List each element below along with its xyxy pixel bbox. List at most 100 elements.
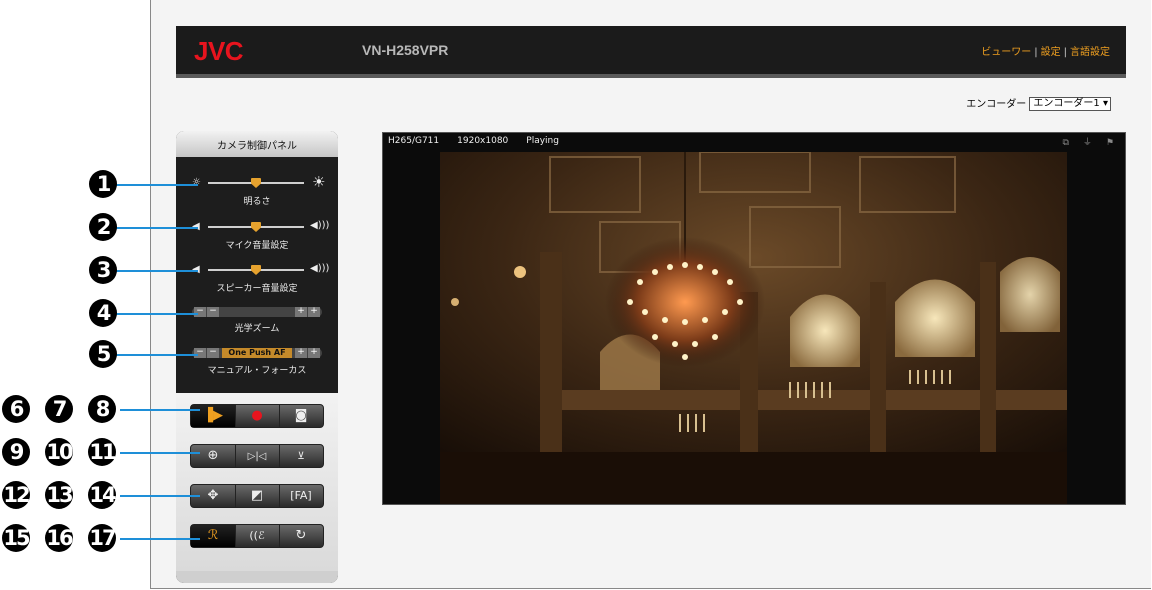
nav-settings-link[interactable]: 設定 xyxy=(1041,47,1061,58)
video-toolbar: ⧉ ⏚ ⚑ xyxy=(1048,135,1114,148)
callout-badge-15: 15 xyxy=(2,524,31,552)
encoder-label: エンコーダー xyxy=(966,99,1027,110)
talk-button[interactable]: ((ℰ xyxy=(235,525,280,547)
callout-badge-13: 13 xyxy=(45,481,74,509)
focus-near-button[interactable]: − xyxy=(207,348,219,358)
callout-badge-4: 4 xyxy=(89,299,117,327)
callout-leader-4 xyxy=(116,313,198,315)
video-info-bar: H265/G711 1920x1080 Playing xyxy=(388,136,577,146)
wall-sconce xyxy=(514,266,526,278)
callout-badge-10: 10 xyxy=(45,438,74,466)
ear-icon: ℛ xyxy=(207,528,219,543)
callout-badge-7: 7 xyxy=(45,395,73,423)
brightness-high-icon: ☀ xyxy=(312,173,326,191)
speaker-volume-label: スピーカー音量設定 xyxy=(216,284,298,294)
zoom-out-fast-button[interactable]: − xyxy=(194,307,206,317)
callout-badge-11: 11 xyxy=(88,438,117,466)
optical-zoom-bar: − − + + xyxy=(192,307,322,317)
lower-hall xyxy=(440,452,1067,504)
camera-icon: ◙ xyxy=(294,408,308,423)
encoder-select[interactable]: エンコーダー1 ▾ xyxy=(1029,97,1111,111)
callout-badge-8: 8 xyxy=(88,395,116,423)
callout-badge-1: 1 xyxy=(89,170,117,198)
record-button[interactable]: ● xyxy=(235,405,280,427)
zoom-out-button[interactable]: − xyxy=(207,307,219,317)
image-button-row: ⊕ ▷|◁ ⊻ xyxy=(190,444,324,468)
video-status: Playing xyxy=(526,136,559,146)
callout-leader-3 xyxy=(116,270,198,272)
one-push-af-button[interactable]: One Push AF xyxy=(222,348,292,358)
listen-button[interactable]: ℛ xyxy=(191,525,236,547)
manual-focus-label: マニュアル・フォーカス xyxy=(207,366,307,376)
mic-volume-high-icon: ◀))) xyxy=(310,220,330,231)
ptz-button-row: ✥ ◩ [FA] xyxy=(190,484,324,508)
optical-zoom-label: 光学ズーム xyxy=(234,324,280,334)
flag-icon[interactable]: ⚑ xyxy=(1106,138,1114,148)
encoder-selector: エンコーダー エンコーダー1 ▾ xyxy=(966,95,1111,111)
mic-volume-slider-thumb[interactable] xyxy=(251,222,261,232)
manual-focus-bar: − − One Push AF + + xyxy=(192,348,322,358)
callout-badge-6: 6 xyxy=(2,395,30,423)
play-icon: ▐▶ xyxy=(203,408,223,423)
callout-leader-9-11 xyxy=(120,452,200,454)
callout-badge-17: 17 xyxy=(88,524,117,552)
callout-badge-9: 9 xyxy=(2,438,30,466)
reset-button[interactable]: ↻ xyxy=(279,525,323,547)
recording-button-row: ▐▶ ● ◙ xyxy=(190,404,324,428)
panel-title: カメラ制御パネル xyxy=(217,141,297,152)
rotate-icon: ↻ xyxy=(295,528,307,543)
callout-leader-15-17 xyxy=(120,538,200,540)
flip-horizontal-icon: ▷|◁ xyxy=(247,451,267,462)
nav-separator: | xyxy=(1034,47,1038,58)
callout-leader-1 xyxy=(116,184,198,186)
flip-vertical-button[interactable]: ⊻ xyxy=(279,445,323,467)
nav-separator: | xyxy=(1063,47,1067,58)
top-nav: ビューワー | 設定 | 言語設定 xyxy=(981,43,1110,58)
nav-viewer-link[interactable]: ビューワー xyxy=(981,47,1031,58)
network-icon[interactable]: ⧉ xyxy=(1062,138,1068,148)
speaker-volume-high-icon: ◀))) xyxy=(310,263,330,274)
jvc-logo: JVC xyxy=(194,36,244,66)
video-codec: H265/G711 xyxy=(388,136,440,146)
nav-language-link[interactable]: 言語設定 xyxy=(1070,47,1110,58)
auto-focus-area-button[interactable]: [FA] xyxy=(279,485,323,507)
header-divider xyxy=(176,74,1126,78)
record-icon: ● xyxy=(251,408,263,423)
model-name: VN-H258VPR xyxy=(362,42,449,58)
brightness-label: 明るさ xyxy=(243,197,271,207)
callout-badge-14: 14 xyxy=(88,481,117,509)
focus-near-fast-button[interactable]: − xyxy=(194,348,206,358)
video-resolution: 1920x1080 xyxy=(457,136,509,146)
audio-button-row: ℛ ((ℰ ↻ xyxy=(190,524,324,548)
callout-badge-5: 5 xyxy=(89,340,117,368)
callout-badge-3: 3 xyxy=(89,256,117,284)
zoom-in-fast-button[interactable]: + xyxy=(308,307,320,317)
callout-leader-2 xyxy=(116,227,198,229)
brightness-slider-thumb[interactable] xyxy=(251,178,261,188)
callout-leader-5 xyxy=(116,354,198,356)
area-zoom-button[interactable]: ◩ xyxy=(235,485,280,507)
callout-badge-12: 12 xyxy=(2,481,31,509)
focus-far-button[interactable]: + xyxy=(295,348,307,358)
chevron-down-icon: ▾ xyxy=(1102,98,1108,109)
zoom-magnifier-icon: ⊕ xyxy=(207,448,219,463)
zoom-in-button[interactable]: + xyxy=(295,307,307,317)
flip-horizontal-button[interactable]: ▷|◁ xyxy=(235,445,280,467)
mic-volume-label: マイク音量設定 xyxy=(225,241,289,251)
arched-window xyxy=(895,279,975,357)
alarm-icon[interactable]: ⏚ xyxy=(1083,138,1092,148)
move-arrows-icon: ✥ xyxy=(207,488,219,503)
area-select-icon: ◩ xyxy=(250,488,264,503)
camera-control-panel: カメラ制御パネル ☼ ☀ 明るさ ◀ ◀))) マイク音量設定 ◀ ◀))) ス… xyxy=(176,131,338,583)
encoder-selected-value: エンコーダー1 xyxy=(1033,98,1100,109)
focus-far-fast-button[interactable]: + xyxy=(308,348,320,358)
panel-footer xyxy=(176,571,338,583)
speaking-face-icon: ((ℰ xyxy=(249,529,265,542)
camera-video-frame xyxy=(440,152,1067,504)
snapshot-button[interactable]: ◙ xyxy=(279,405,323,427)
speaker-volume-slider-thumb[interactable] xyxy=(251,265,261,275)
digital-zoom-button[interactable]: ⊕ xyxy=(191,445,236,467)
brightness-low-icon: ☼ xyxy=(192,177,201,188)
callout-badge-2: 2 xyxy=(89,213,117,241)
arched-window xyxy=(1000,257,1060,332)
